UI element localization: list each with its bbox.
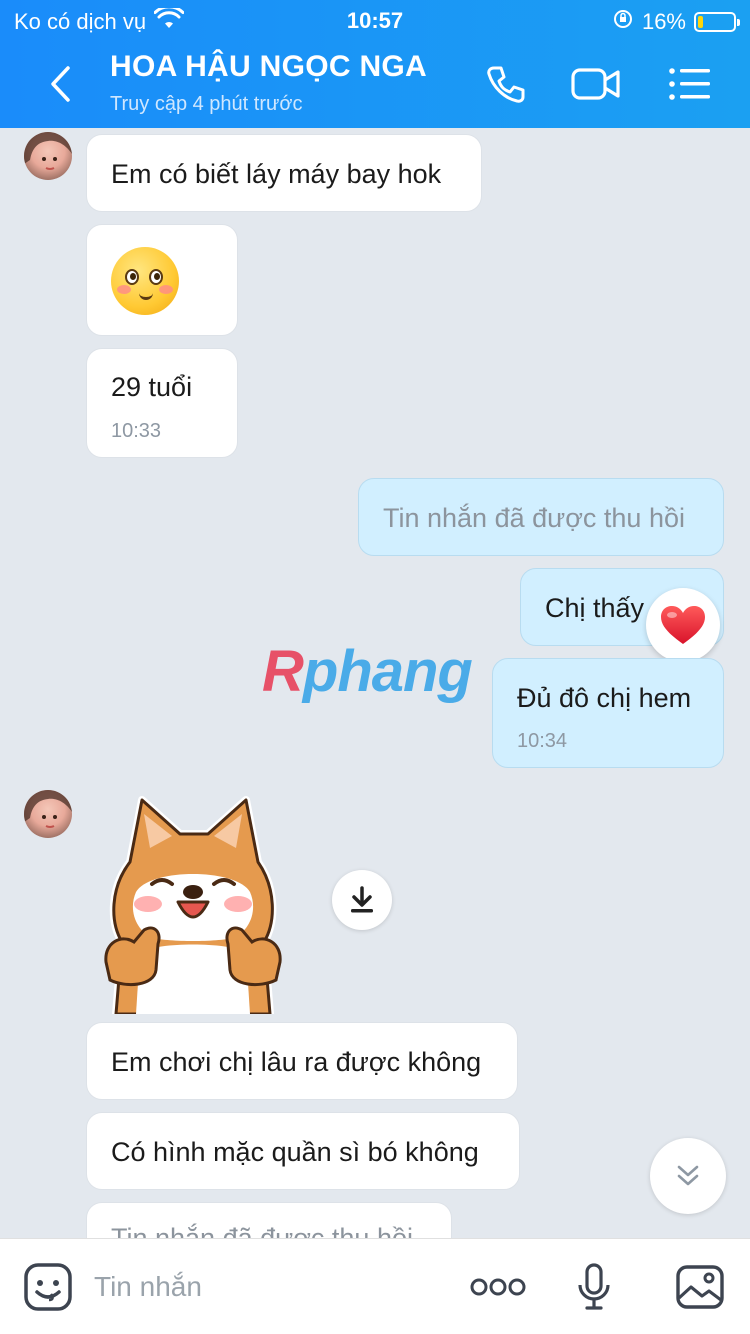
recalled-message[interactable]: Tin nhắn đã được thu hồi [358, 478, 724, 556]
double-chevron-down-icon [677, 1165, 699, 1186]
message-text: Em có biết láy máy bay hok [111, 159, 442, 189]
photo-button[interactable] [674, 1261, 726, 1313]
heart-reaction-icon[interactable] [646, 588, 720, 662]
download-button[interactable] [332, 870, 392, 930]
last-seen-status: Truy cập 4 phút trước [110, 93, 303, 115]
message-bubble[interactable]: Em có biết láy máy bay hok [86, 134, 482, 212]
more-options-button[interactable] [468, 1261, 528, 1313]
message-bubble[interactable]: Đủ đô chị hem 10:34 [492, 658, 724, 768]
scroll-to-bottom-button[interactable] [650, 1138, 726, 1214]
chevron-left-icon [51, 66, 70, 102]
sticker-smile-icon [24, 1263, 72, 1311]
shiba-sticker-image[interactable] [100, 792, 286, 1018]
message-text: Đủ đô chị hem [517, 683, 692, 713]
smiling-emoji-icon [111, 247, 179, 315]
message-input[interactable] [94, 1265, 444, 1309]
message-bubble[interactable]: Có hình mặc quần sì bó không [86, 1112, 520, 1190]
more-dots-icon [470, 1278, 526, 1296]
message-input-bar [0, 1238, 750, 1334]
microphone-icon [578, 1263, 610, 1310]
message-bubble[interactable]: Em chơi chị lâu ra được không [86, 1022, 518, 1100]
message-bubble[interactable]: 29 tuổi 10:33 [86, 348, 238, 458]
nav-bar: HOA HẬU NGỌC NGA Truy cập 4 phút trước [0, 44, 750, 128]
video-camera-icon [571, 68, 620, 100]
watermark-logo: Rphang [262, 639, 473, 704]
page-title[interactable]: HOA HẬU NGỌC NGA [110, 50, 427, 84]
menu-button[interactable] [664, 60, 716, 108]
phone-icon [487, 66, 525, 103]
message-time: 10:33 [111, 420, 162, 442]
orientation-lock-icon [612, 8, 634, 36]
message-text: Tin nhắn đã được thu hồi [383, 503, 685, 533]
back-button[interactable] [40, 60, 80, 108]
voice-message-button[interactable] [568, 1261, 620, 1313]
download-icon [351, 886, 373, 913]
message-text: Em chơi chị lâu ra được không [111, 1047, 482, 1077]
status-right: 16% [612, 8, 740, 36]
battery-icon [694, 12, 740, 32]
message-time: 10:34 [517, 730, 568, 752]
status-bar: Ko có dịch vụ 10:57 16% [0, 0, 750, 42]
call-button[interactable] [480, 60, 532, 108]
image-icon [676, 1265, 724, 1309]
message-text: Chị thấy [545, 593, 645, 623]
battery-percent: 16% [641, 9, 686, 34]
video-call-button[interactable] [570, 60, 622, 108]
chat-header: Ko có dịch vụ 10:57 16% HOA HẬU NGỌC NGA… [0, 0, 750, 128]
emoji-picker-button[interactable] [22, 1261, 74, 1313]
message-text: Có hình mặc quần sì bó không [111, 1137, 479, 1167]
emoji-message[interactable] [86, 224, 238, 336]
contact-avatar[interactable] [24, 132, 72, 180]
message-text: 29 tuổi [111, 372, 193, 402]
contact-avatar[interactable] [24, 790, 72, 838]
list-menu-icon [669, 68, 710, 100]
